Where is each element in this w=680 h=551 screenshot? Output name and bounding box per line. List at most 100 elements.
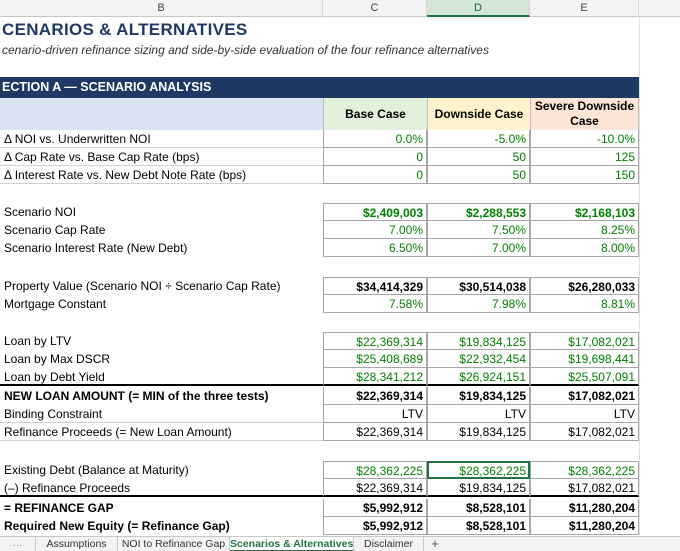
cell-downside[interactable]: $22,932,454 <box>427 350 530 368</box>
tab-noi-to-refinance-gap[interactable]: NOI to Refinance Gap <box>118 537 230 551</box>
cell-severe[interactable]: $11,280,204 <box>530 499 639 517</box>
row-label: = REFINANCE GAP <box>4 501 114 515</box>
cell-base[interactable]: 6.50% <box>323 239 427 257</box>
cell-downside[interactable]: 50 <box>427 166 530 184</box>
sheet-tab-bar: … Assumptions NOI to Refinance Gap Scena… <box>0 536 680 551</box>
cell-severe[interactable]: $2,168,103 <box>530 203 639 221</box>
cell-downside[interactable]: $19,834,125 <box>427 332 530 350</box>
cell-downside[interactable]: 7.50% <box>427 221 530 239</box>
column-header-e[interactable]: E <box>530 0 639 17</box>
cell-severe[interactable]: 8.81% <box>530 295 639 313</box>
add-sheet-button[interactable]: + <box>424 537 446 551</box>
cell-severe[interactable]: LTV <box>530 405 639 423</box>
cell-severe[interactable]: $11,280,204 <box>530 517 639 535</box>
cell-severe[interactable]: $19,698,441 <box>530 350 639 368</box>
row-label: Binding Constraint <box>4 407 103 421</box>
cell-severe[interactable]: $17,082,021 <box>530 387 639 405</box>
tab-disclaimer[interactable]: Disclaimer <box>354 537 424 551</box>
cell-severe[interactable]: $28,362,225 <box>530 461 639 479</box>
cell-downside[interactable]: $8,528,101 <box>427 499 530 517</box>
cell-base[interactable]: 0 <box>323 166 427 184</box>
cell-severe[interactable]: 125 <box>530 148 639 166</box>
cell-base[interactable]: 0.0% <box>323 130 427 148</box>
table-row[interactable]: = REFINANCE GAP $5,992,912 $8,528,101 $1… <box>0 499 680 517</box>
cell-severe[interactable]: $17,082,021 <box>530 332 639 350</box>
cell-base[interactable]: $5,992,912 <box>323 499 427 517</box>
table-row[interactable]: Loan by LTV $22,369,314 $19,834,125 $17,… <box>0 332 680 350</box>
row-label: Property Value (Scenario NOI ÷ Scenario … <box>4 279 281 293</box>
header-base-case[interactable]: Base Case <box>323 98 427 130</box>
row-label: Scenario Interest Rate (New Debt) <box>4 241 188 255</box>
cell-downside[interactable]: -5.0% <box>427 130 530 148</box>
table-row[interactable]: Loan by Max DSCR $25,408,689 $22,932,454… <box>0 350 680 368</box>
cell-base[interactable]: 0 <box>323 148 427 166</box>
table-row[interactable]: Δ Interest Rate vs. New Debt Note Rate (… <box>0 166 680 184</box>
column-header-bar: B C D E <box>0 0 680 17</box>
table-row[interactable]: Mortgage Constant 7.58% 7.98% 8.81% <box>0 295 680 313</box>
cell-downside[interactable]: 7.98% <box>427 295 530 313</box>
table-row[interactable]: Δ Cap Rate vs. Base Cap Rate (bps) 0 50 … <box>0 148 680 166</box>
column-header-b[interactable]: B <box>0 0 323 17</box>
row-label: Loan by LTV <box>4 334 72 348</box>
row-label: Mortgage Constant <box>4 297 107 311</box>
row-label: Loan by Debt Yield <box>4 370 105 384</box>
cell-base[interactable]: LTV <box>323 405 427 423</box>
cell-base[interactable]: 7.58% <box>323 295 427 313</box>
table-row[interactable]: Binding Constraint LTV LTV LTV <box>0 405 680 423</box>
row-label: (–) Refinance Proceeds <box>4 481 131 495</box>
cell-base[interactable]: $22,369,314 <box>323 423 427 441</box>
row-label: Δ Interest Rate vs. New Debt Note Rate (… <box>4 168 247 182</box>
table-row[interactable]: Scenario Interest Rate (New Debt) 6.50% … <box>0 239 680 257</box>
table-row[interactable]: Δ NOI vs. Underwritten NOI 0.0% -5.0% -1… <box>0 130 680 148</box>
cell-base[interactable]: $5,992,912 <box>323 517 427 535</box>
cell-downside[interactable]: $19,834,125 <box>427 423 530 441</box>
cell-base[interactable]: $25,408,689 <box>323 350 427 368</box>
cell-severe[interactable]: $26,280,033 <box>530 277 639 295</box>
table-row[interactable]: Property Value (Scenario NOI ÷ Scenario … <box>0 277 680 295</box>
table-row[interactable]: Refinance Proceeds (= New Loan Amount) $… <box>0 423 680 441</box>
cell-base[interactable]: $28,362,225 <box>323 461 427 479</box>
cell-severe[interactable]: $17,082,021 <box>530 423 639 441</box>
cell-severe[interactable]: 8.25% <box>530 221 639 239</box>
sheet-subtitle: cenario-driven refinance sizing and side… <box>2 43 489 57</box>
cell-base[interactable]: $22,369,314 <box>323 479 427 497</box>
header-severe-downside-case[interactable]: Severe Downside Case <box>530 98 639 130</box>
cell-severe[interactable]: 8.00% <box>530 239 639 257</box>
table-row[interactable]: Scenario Cap Rate 7.00% 7.50% 8.25% <box>0 221 680 239</box>
cell-base[interactable]: 7.00% <box>323 221 427 239</box>
column-header-d[interactable]: D <box>427 0 530 17</box>
tab-scroll-indicator[interactable]: … <box>0 537 36 551</box>
table-row[interactable]: Existing Debt (Balance at Maturity) $28,… <box>0 461 680 479</box>
cell-downside[interactable]: 7.00% <box>427 239 530 257</box>
cell-severe[interactable]: $25,507,091 <box>530 368 639 386</box>
tab-scenarios-alternatives[interactable]: Scenarios & Alternatives <box>230 537 354 551</box>
cell-downside[interactable]: $2,288,553 <box>427 203 530 221</box>
row-label: Scenario NOI <box>4 205 77 219</box>
cell-downside[interactable]: $8,528,101 <box>427 517 530 535</box>
cell-downside[interactable]: $30,514,038 <box>427 277 530 295</box>
cell-downside[interactable]: LTV <box>427 405 530 423</box>
table-row[interactable]: NEW LOAN AMOUNT (= MIN of the three test… <box>0 387 680 405</box>
cell-base[interactable]: $2,409,003 <box>323 203 427 221</box>
spreadsheet-grid[interactable]: CENARIOS & ALTERNATIVES cenario-driven r… <box>0 17 680 536</box>
cell-base[interactable]: $28,341,212 <box>323 368 427 386</box>
cell-downside[interactable]: $19,834,125 <box>427 479 530 497</box>
cell-severe[interactable]: $17,082,021 <box>530 479 639 497</box>
cell-downside[interactable]: $19,834,125 <box>427 387 530 405</box>
cell-severe[interactable]: 150 <box>530 166 639 184</box>
table-row[interactable]: (–) Refinance Proceeds $22,369,314 $19,8… <box>0 479 680 497</box>
cell-base[interactable]: $22,369,314 <box>323 332 427 350</box>
column-header-c[interactable]: C <box>323 0 427 17</box>
section-header: ECTION A — SCENARIO ANALYSIS <box>0 77 639 98</box>
cell-severe[interactable]: -10.0% <box>530 130 639 148</box>
cell-downside-selected[interactable]: $28,362,225 <box>427 461 530 479</box>
table-row[interactable]: Loan by Debt Yield $28,341,212 $26,924,1… <box>0 368 680 386</box>
tab-assumptions[interactable]: Assumptions <box>36 537 118 551</box>
table-row[interactable]: Required New Equity (= Refinance Gap) $5… <box>0 517 680 535</box>
cell-base[interactable]: $34,414,329 <box>323 277 427 295</box>
cell-downside[interactable]: 50 <box>427 148 530 166</box>
header-downside-case[interactable]: Downside Case <box>427 98 530 130</box>
cell-downside[interactable]: $26,924,151 <box>427 368 530 386</box>
table-row[interactable]: Scenario NOI $2,409,003 $2,288,553 $2,16… <box>0 203 680 221</box>
cell-base[interactable]: $22,369,314 <box>323 387 427 405</box>
